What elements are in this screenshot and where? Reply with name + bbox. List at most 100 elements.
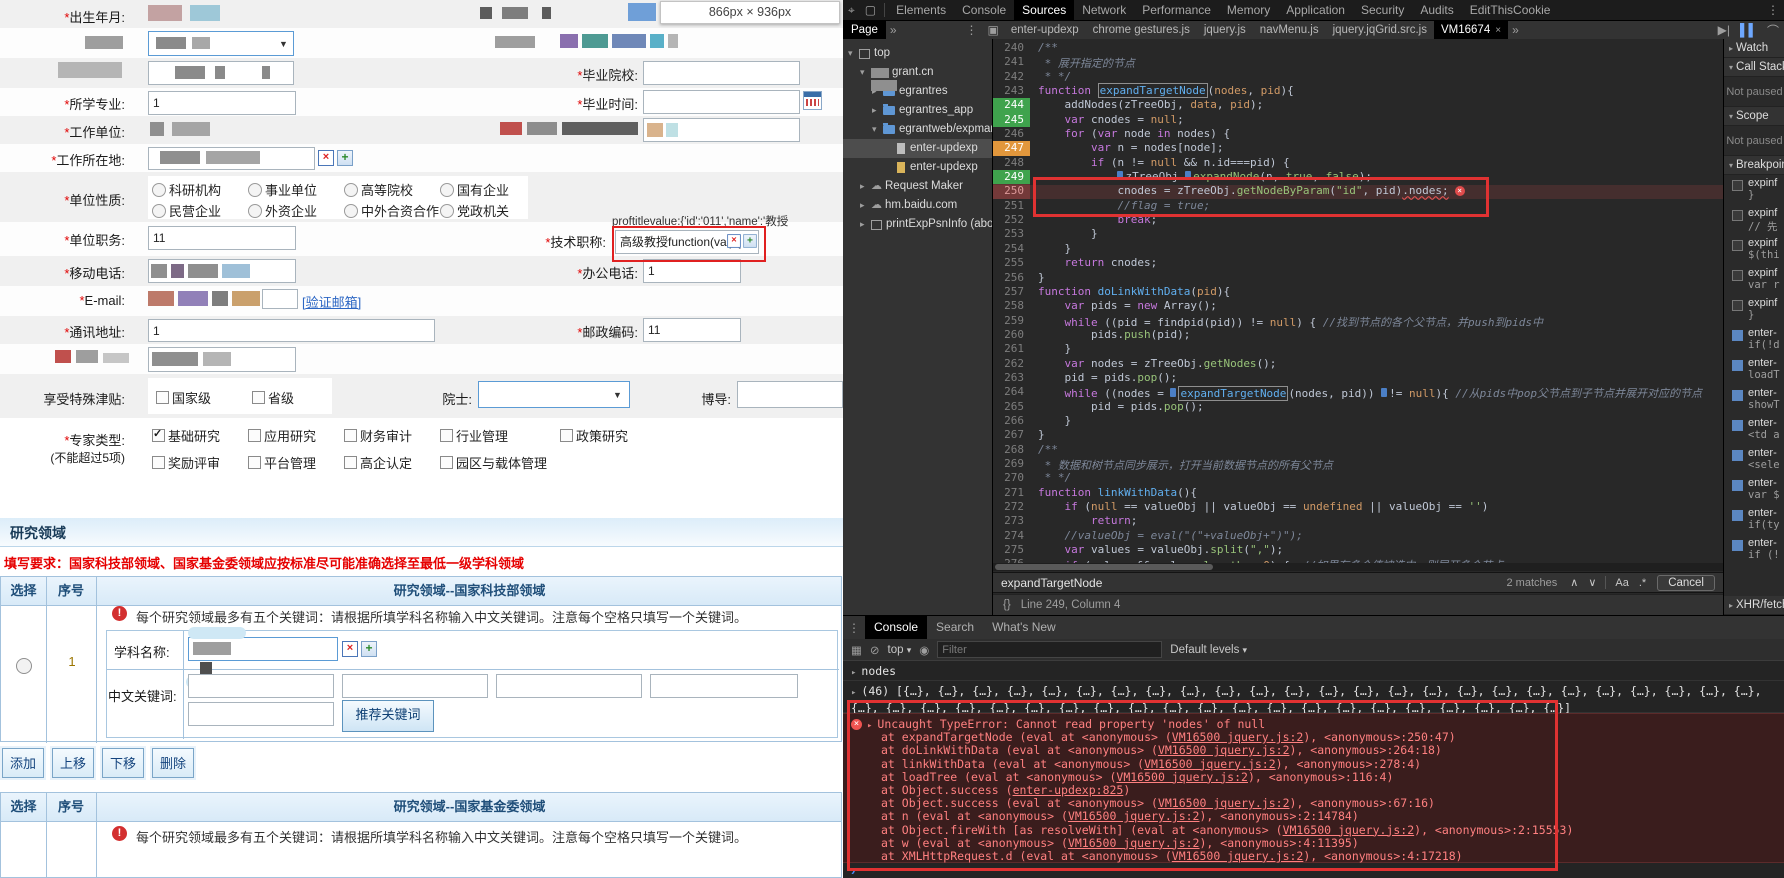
check-icon[interactable] — [252, 391, 265, 404]
line-number-248[interactable]: 248 — [993, 156, 1030, 170]
console-tab-what-s-new[interactable]: What's New — [983, 616, 1065, 639]
tree-item-grant-cn[interactable]: ▾grant.cn — [843, 63, 992, 82]
radio-icon[interactable] — [248, 183, 262, 197]
subject-picker-icon[interactable]: + — [361, 641, 377, 657]
close-tab-icon[interactable]: × — [1495, 25, 1501, 36]
line-number-273[interactable]: 273 — [993, 514, 1030, 528]
line-number-268[interactable]: 268 — [993, 443, 1030, 457]
tab-memory[interactable]: Memory — [1219, 0, 1278, 20]
tree-item-request-maker[interactable]: ▸☁Request Maker — [843, 177, 992, 196]
inline-breakpoint-marker[interactable] — [1117, 171, 1123, 180]
console-context-select[interactable]: top ▾ — [888, 644, 912, 656]
radio-icon[interactable] — [344, 204, 358, 218]
option-奖励评审[interactable]: 奖励评审 — [152, 453, 248, 472]
office-phone-input[interactable] — [643, 259, 741, 283]
option-国家级[interactable]: 国家级 — [156, 388, 252, 407]
line-number-267[interactable]: 267 — [993, 428, 1030, 442]
breakpoint-item[interactable]: expinf$(thi — [1724, 235, 1784, 265]
clear-selection-icon[interactable]: × — [318, 150, 334, 166]
nav-back-icon[interactable]: ▣ — [983, 23, 1004, 37]
tab-network[interactable]: Network — [1074, 0, 1134, 20]
breakpoint-item[interactable]: enter-loadT — [1724, 355, 1784, 385]
more-panels-icon[interactable]: » — [886, 23, 901, 37]
breakpoint-checkbox[interactable] — [1732, 210, 1743, 221]
inline-breakpoint-marker[interactable] — [1381, 388, 1387, 397]
more-tabs-icon[interactable]: » — [1508, 23, 1523, 37]
breakpoint-checkbox[interactable] — [1732, 330, 1743, 341]
action-button-下移[interactable]: 下移 — [102, 748, 144, 778]
option-科研机构[interactable]: 科研机构 — [152, 180, 248, 199]
file-tab-vm16674[interactable]: VM16674× — [1434, 21, 1508, 39]
tab-elements[interactable]: Elements — [888, 0, 954, 20]
breakpoint-item[interactable]: enter-showT — [1724, 385, 1784, 415]
breakpoint-checkbox[interactable] — [1732, 270, 1743, 281]
tab-security[interactable]: Security — [1353, 0, 1412, 20]
grad-time-input[interactable] — [643, 90, 800, 114]
line-number-240[interactable]: 240 — [993, 41, 1030, 55]
stack-link[interactable]: VM16500 jquery.js:2 — [1068, 836, 1200, 850]
breakpoint-checkbox[interactable] — [1732, 510, 1743, 521]
file-tab-chrome-gestures-js[interactable]: chrome gestures.js — [1086, 21, 1197, 39]
check-icon[interactable] — [156, 391, 169, 404]
file-tab-jquery-jqgrid-src-js[interactable]: jquery.jqGrid.src.js — [1326, 21, 1434, 39]
line-number-251[interactable]: 251 — [993, 199, 1030, 213]
clear-console-icon[interactable]: ⊘ — [870, 643, 880, 657]
check-icon[interactable] — [560, 429, 573, 442]
tree-item-hm-baidu-com[interactable]: ▸☁hm.baidu.com — [843, 196, 992, 215]
breakpoint-checkbox[interactable] — [1732, 480, 1743, 491]
call-stack-section[interactable]: ▾Call Stack — [1724, 58, 1784, 77]
line-number-269[interactable]: 269 — [993, 457, 1030, 471]
tech-title-picker-icon[interactable]: + — [743, 234, 757, 248]
deactivate-breakpoints-icon[interactable]: ⌒ — [1762, 22, 1784, 39]
console-filter-input[interactable] — [937, 641, 1162, 658]
line-number-260[interactable]: 260 — [993, 328, 1030, 342]
check-icon[interactable] — [248, 456, 261, 469]
regex-button[interactable]: .* — [1634, 577, 1651, 589]
find-cancel-button[interactable]: Cancel — [1657, 575, 1715, 591]
tree-item-top[interactable]: ▾top — [843, 44, 992, 63]
scrollbar-thumb[interactable] — [995, 564, 1213, 570]
line-number-252[interactable]: 252 — [993, 213, 1030, 227]
tree-item-egrantweb-expmana[interactable]: ▾egrantweb/expmana — [843, 120, 992, 139]
stack-link[interactable]: VM16500 jquery.js:2 — [1068, 809, 1200, 823]
check-icon[interactable] — [440, 429, 453, 442]
check-icon[interactable] — [344, 456, 357, 469]
pretty-print-icon[interactable]: {} — [1003, 599, 1011, 611]
line-number-263[interactable]: 263 — [993, 371, 1030, 385]
line-number-254[interactable]: 254 — [993, 242, 1030, 256]
line-number-253[interactable]: 253 — [993, 227, 1030, 241]
line-number-262[interactable]: 262 — [993, 357, 1030, 371]
option-民营企业[interactable]: 民营企业 — [152, 201, 248, 220]
line-number-272[interactable]: 272 — [993, 500, 1030, 514]
tree-arrow-icon[interactable]: ▸ — [860, 196, 871, 215]
tree-arrow-icon[interactable]: ▸ — [872, 101, 883, 120]
pause-script-icon[interactable]: ▌▌ — [1735, 23, 1762, 37]
tree-item-printexppsninfo-abou[interactable]: ▸printExpPsnInfo (abou — [843, 215, 992, 234]
tree-item-egrantres[interactable]: ▸egrantres — [843, 82, 992, 101]
log-levels-select[interactable]: Default levels ▾ — [1170, 644, 1247, 656]
table1-row-radio[interactable] — [16, 658, 32, 674]
stack-link[interactable]: VM16500 jquery.js:2 — [1172, 730, 1304, 744]
tree-arrow-icon[interactable]: ▾ — [848, 44, 859, 63]
option-平台管理[interactable]: 平台管理 — [248, 453, 344, 472]
match-case-button[interactable]: Aa — [1610, 577, 1633, 589]
editor-hscrollbar[interactable] — [993, 563, 1723, 571]
breakpoint-item[interactable]: expinf} — [1724, 295, 1784, 325]
find-query[interactable]: expandTargetNode — [1001, 576, 1507, 590]
devtools-menu-icon[interactable]: ⋮ — [1762, 3, 1784, 17]
school-input[interactable] — [643, 61, 800, 85]
keyword-input-1[interactable] — [188, 674, 334, 698]
option-行业管理[interactable]: 行业管理 — [440, 426, 536, 445]
stack-link[interactable]: VM16500 jquery.js:2 — [1158, 796, 1290, 810]
line-number-241[interactable]: 241 — [993, 55, 1030, 69]
option-事业单位[interactable]: 事业单位 — [248, 180, 344, 199]
inline-breakpoint-marker[interactable] — [1185, 171, 1191, 180]
open-picker-icon[interactable]: + — [337, 150, 353, 166]
expand-icon[interactable]: ▸ — [851, 688, 861, 698]
line-number-256[interactable]: 256 — [993, 271, 1030, 285]
scope-section[interactable]: ▾Scope — [1724, 107, 1784, 126]
tab-sources[interactable]: Sources — [1014, 0, 1074, 20]
line-number-244[interactable]: 244 — [993, 98, 1030, 112]
breakpoint-checkbox[interactable] — [1732, 180, 1743, 191]
radio-icon[interactable] — [152, 183, 166, 197]
